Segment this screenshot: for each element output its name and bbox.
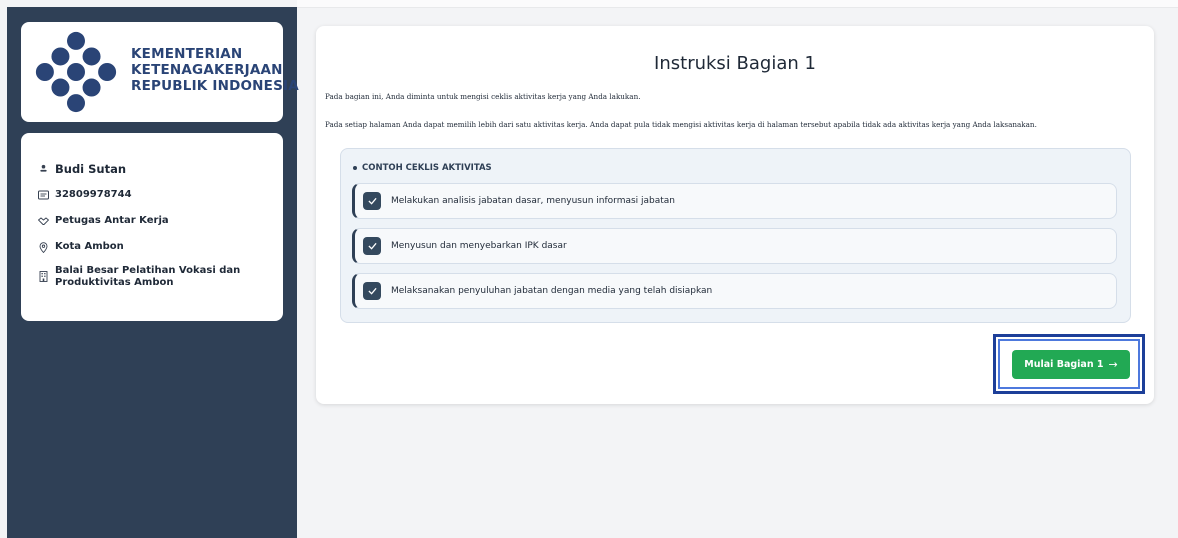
- user-city: Kota Ambon: [55, 241, 124, 252]
- top-bar: [297, 0, 1178, 8]
- instruction-paragraph-1: Pada bagian ini, Anda diminta untuk meng…: [325, 92, 641, 101]
- example-item: Melakukan analisis jabatan dasar, menyus…: [352, 183, 1117, 219]
- example-item: Menyusun dan menyebarkan IPK dasar: [352, 228, 1117, 264]
- logo-line-2: KETENAGAKERJAAN: [131, 62, 283, 78]
- sidebar: KEMENTERIAN KETENAGAKERJAAN REPUBLIK IND…: [7, 7, 299, 538]
- handshake-icon: [37, 215, 49, 226]
- example-item: Melaksanakan penyuluhan jabatan dengan m…: [352, 273, 1117, 309]
- id-card-icon: [37, 189, 49, 200]
- building-icon: [37, 265, 49, 282]
- logo-card: KEMENTERIAN KETENAGAKERJAAN REPUBLIK IND…: [21, 22, 299, 122]
- user-id-row: 32809978744: [37, 189, 132, 201]
- user-institution-row: Balai Besar Pelatihan Vokasi dan Produkt…: [37, 265, 275, 289]
- page-title: Instruksi Bagian 1: [654, 53, 816, 74]
- example-checklist-box: CONTOH CEKLIS AKTIVITAS Melakukan analis…: [340, 148, 1131, 323]
- example-item-label: Menyusun dan menyebarkan IPK dasar: [391, 241, 567, 251]
- logo-line-3: REPUBLIK INDONESIA: [131, 78, 299, 94]
- start-section-button[interactable]: Mulai Bagian 1 →: [1012, 350, 1130, 379]
- instruction-paragraph-2: Pada setiap halaman Anda dapat memilih l…: [325, 120, 1037, 129]
- ministry-name: KEMENTERIAN KETENAGAKERJAAN REPUBLIK IND…: [131, 46, 299, 94]
- user-role: Petugas Antar Kerja: [55, 215, 169, 226]
- arrow-right-icon: →: [1108, 358, 1118, 371]
- bullet-icon: [353, 166, 357, 170]
- user-name: Budi Sutan: [55, 162, 127, 176]
- location-pin-icon: [37, 241, 49, 253]
- user-institution: Balai Besar Pelatihan Vokasi dan Produkt…: [55, 265, 241, 288]
- user-icon: [37, 163, 49, 173]
- example-item-label: Melaksanakan penyuluhan jabatan dengan m…: [391, 286, 713, 296]
- check-icon: [363, 237, 381, 255]
- user-role-row: Petugas Antar Kerja: [37, 215, 169, 227]
- user-city-row: Kota Ambon: [37, 241, 124, 253]
- user-name-row: Budi Sutan: [37, 163, 126, 175]
- ministry-logo-icon: [35, 31, 117, 113]
- example-heading: CONTOH CEKLIS AKTIVITAS: [353, 163, 492, 173]
- example-item-label: Melakukan analisis jabatan dasar, menyus…: [391, 196, 676, 206]
- logo-line-1: KEMENTERIAN: [131, 46, 243, 62]
- check-icon: [363, 282, 381, 300]
- example-heading-text: CONTOH CEKLIS AKTIVITAS: [362, 163, 492, 173]
- user-profile-card: Budi Sutan 32809978744 Petugas Antar Ker…: [21, 133, 283, 321]
- check-icon: [363, 192, 381, 210]
- start-section-label: Mulai Bagian 1: [1024, 359, 1104, 370]
- user-id-number: 32809978744: [55, 189, 132, 200]
